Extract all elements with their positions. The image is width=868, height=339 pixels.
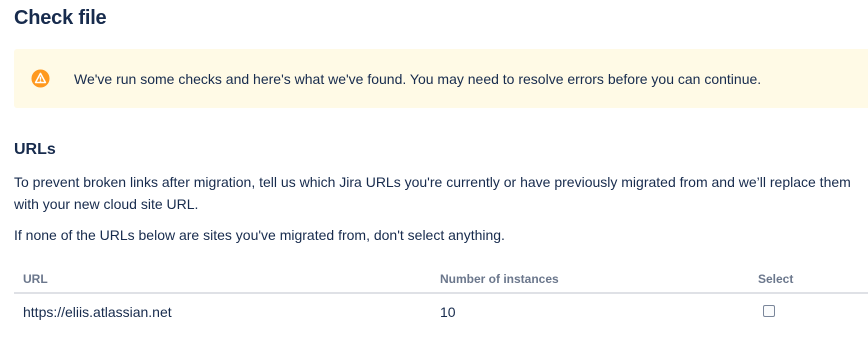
column-header-instances: Number of instances	[440, 272, 559, 286]
table-cell-url: https://eliis.atlassian.net	[23, 304, 172, 320]
column-header-url: URL	[23, 272, 48, 286]
check-file-page: Check file We've run some checks and her…	[0, 0, 868, 339]
select-checkbox[interactable]	[763, 305, 775, 317]
page-title: Check file	[14, 7, 107, 29]
warning-banner: We've run some checks and here's what we…	[14, 49, 868, 108]
warning-message: We've run some checks and here's what we…	[74, 71, 762, 87]
warning-icon	[31, 69, 50, 88]
urls-note: If none of the URLs below are sites you'…	[14, 227, 505, 243]
urls-description: To prevent broken links after migration,…	[14, 174, 851, 212]
column-header-select: Select	[758, 272, 794, 286]
urls-heading: URLs	[14, 141, 56, 158]
table-cell-instances: 10	[440, 304, 456, 320]
table-header-divider	[14, 292, 868, 294]
